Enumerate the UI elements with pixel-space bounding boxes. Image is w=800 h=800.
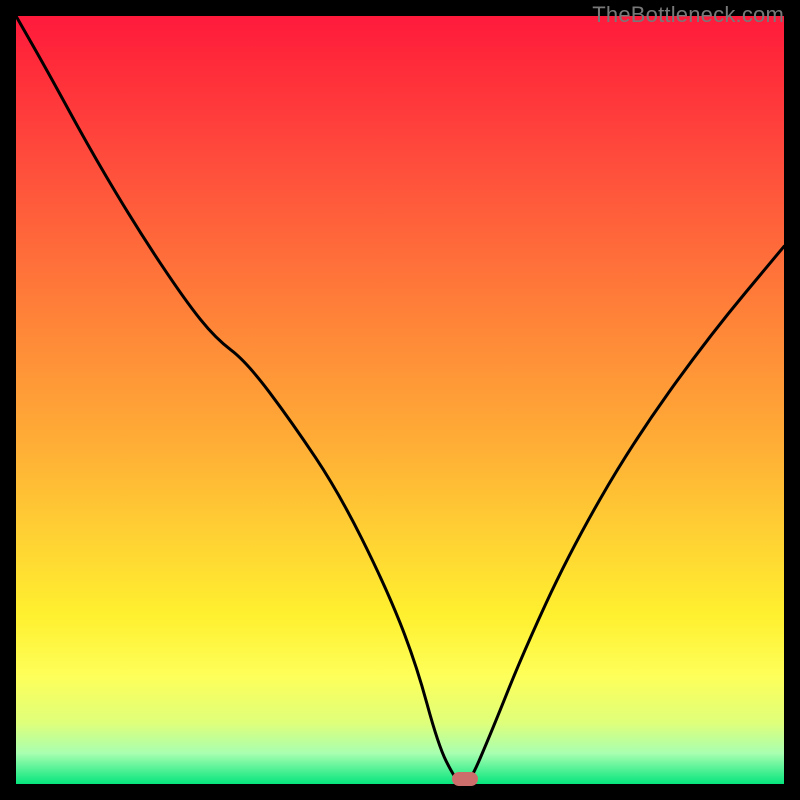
chart-frame: TheBottleneck.com bbox=[16, 16, 784, 784]
bottleneck-curve bbox=[16, 16, 784, 784]
watermark-text: TheBottleneck.com bbox=[592, 2, 784, 28]
optimal-point-marker bbox=[452, 772, 478, 786]
